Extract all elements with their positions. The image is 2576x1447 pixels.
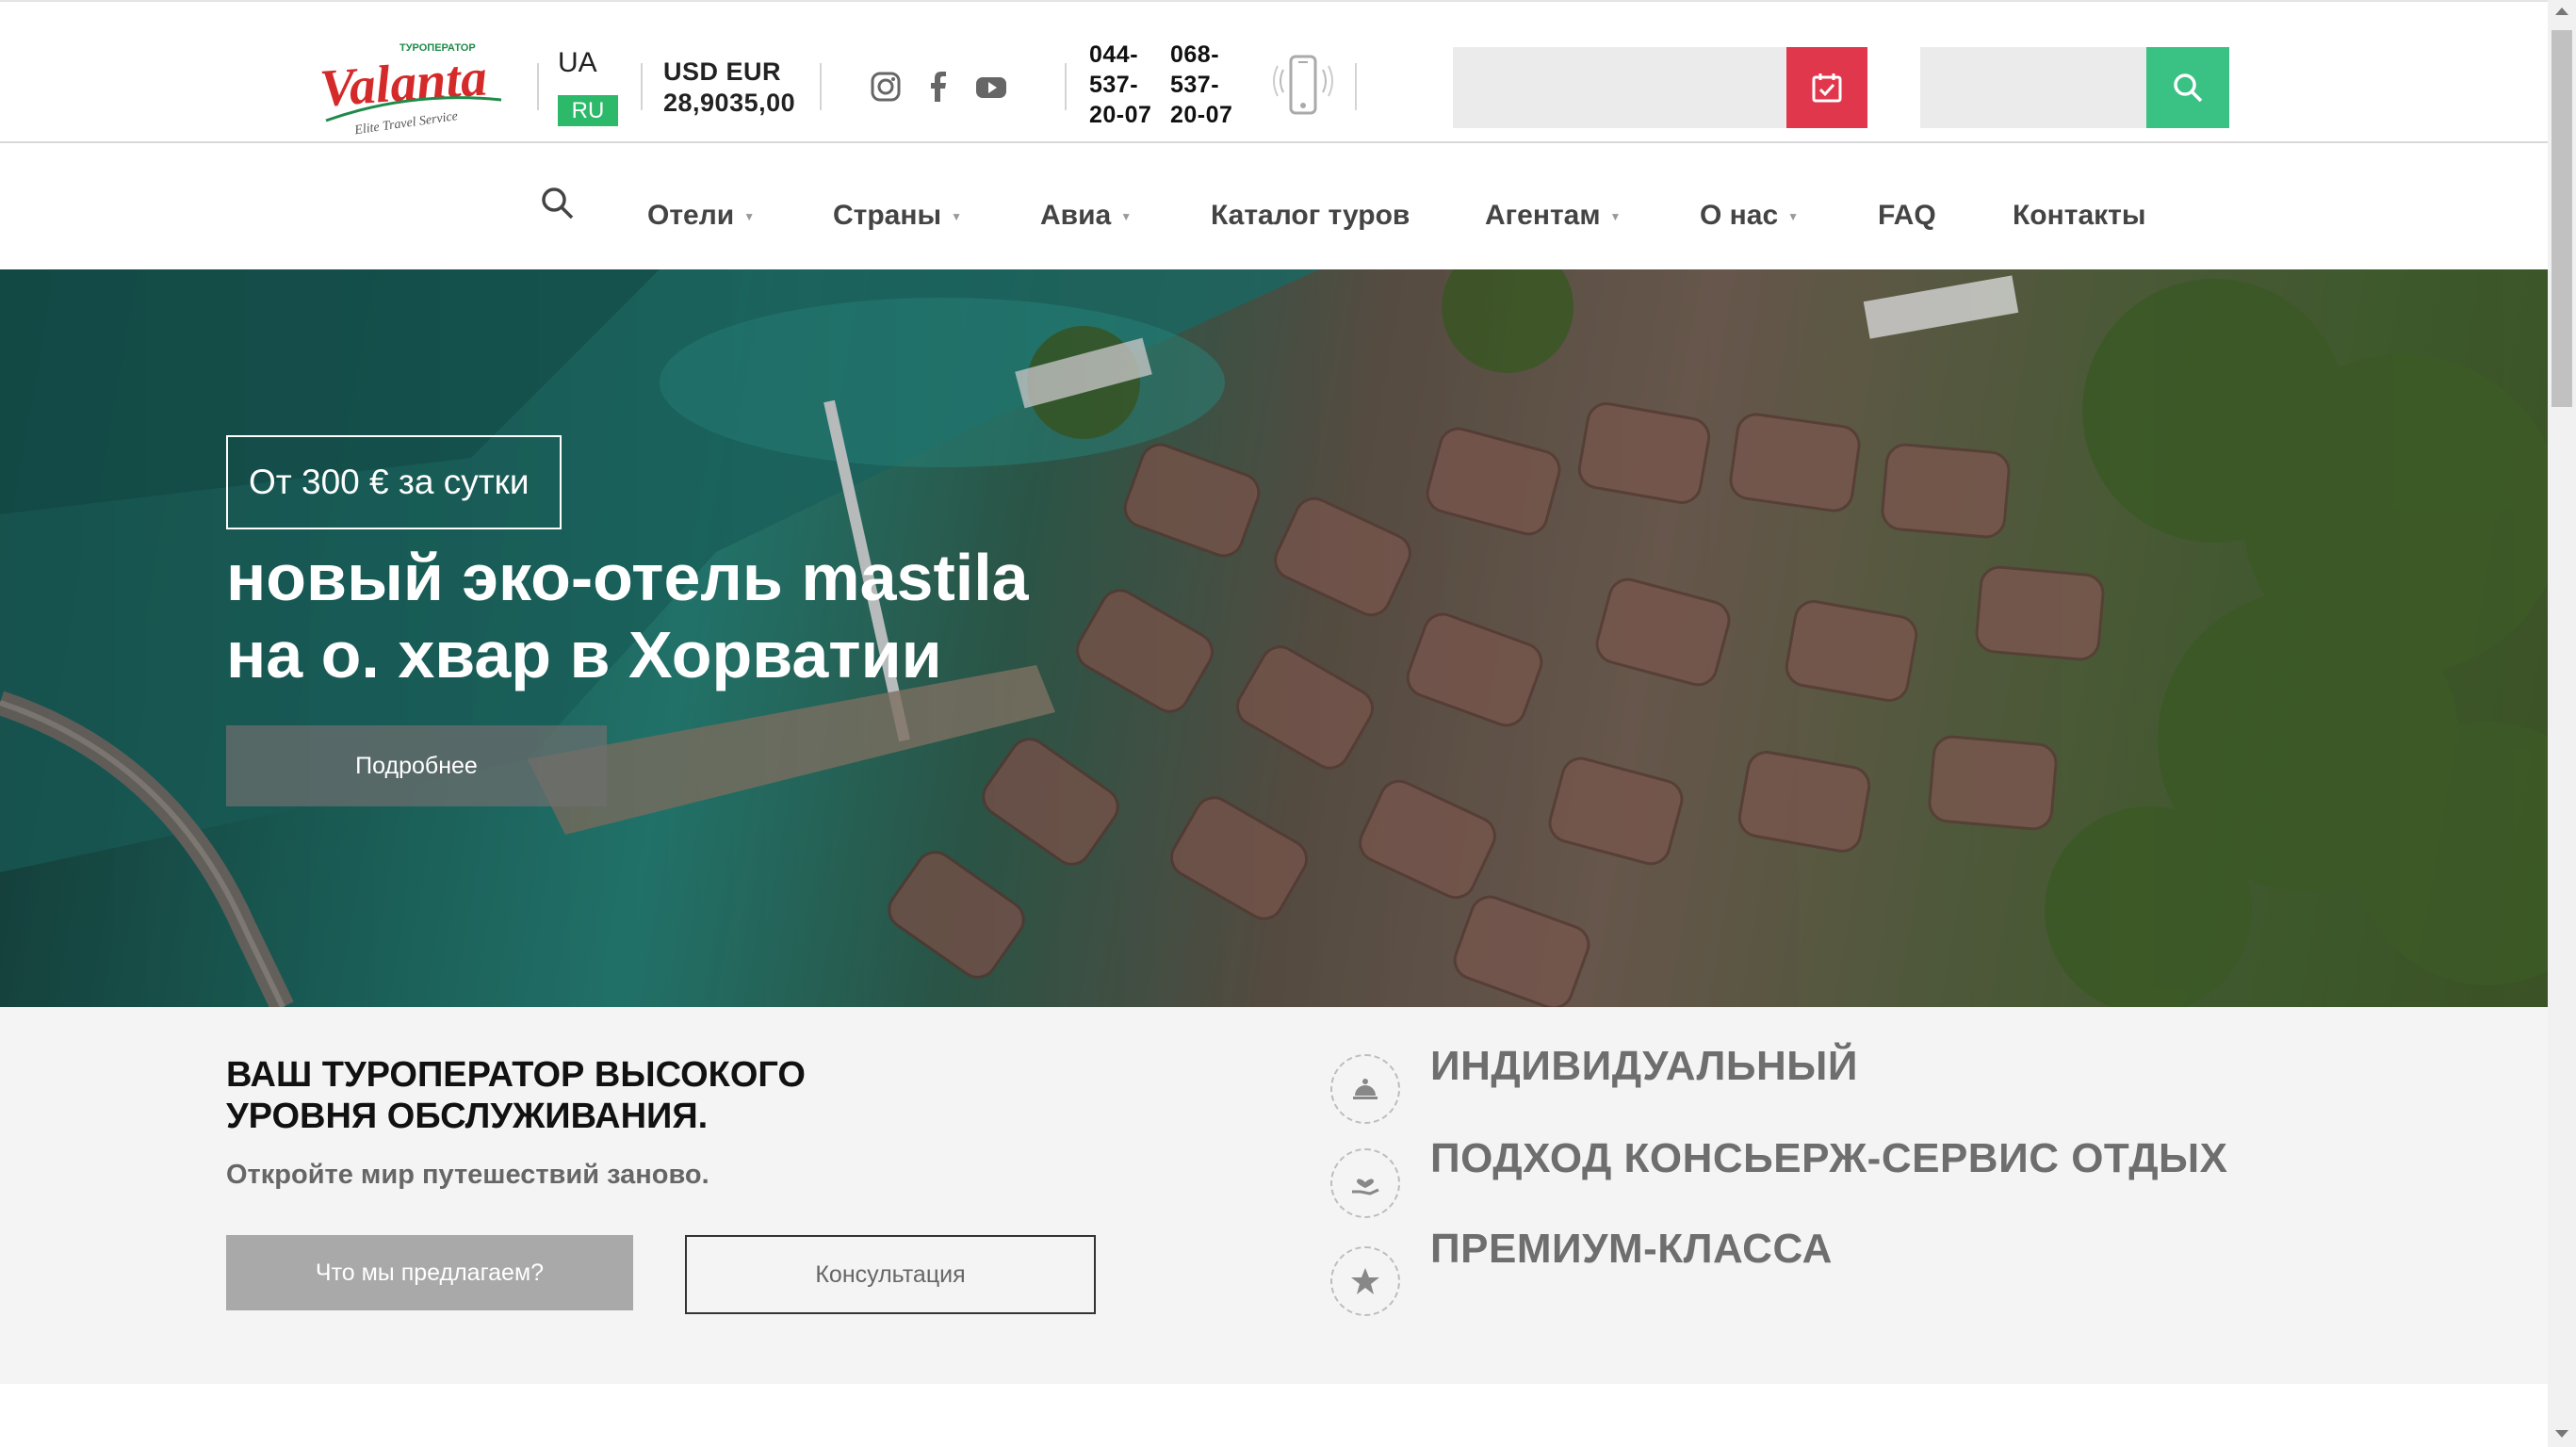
nav-item-faq[interactable]: FAQ (1878, 200, 1936, 232)
top-header: ТУРОПЕРАТОР Valanta Elite Travel Service… (0, 0, 2548, 143)
info-section: ВАШ ТУРОПЕРАТОР ВЫСОКОГО УРОВНЯ ОБСЛУЖИВ… (0, 1007, 2548, 1384)
calendar-button[interactable] (1786, 47, 1867, 128)
divider (1065, 63, 1067, 110)
divider (820, 63, 822, 110)
info-subtitle: Откройте мир путешествий заново. (226, 1160, 709, 1190)
nav-item-label: Агентам (1485, 200, 1601, 231)
divider (1355, 63, 1357, 110)
feature-text: ПРЕМИУМ-КЛАССА (1430, 1226, 1833, 1272)
nav-item-label: FAQ (1878, 200, 1936, 231)
consultation-button[interactable]: Консультация (685, 1235, 1096, 1314)
instagram-icon[interactable] (869, 70, 903, 104)
nav-item-label: Контакты (2013, 200, 2146, 231)
currency-rates: USD EUR 28,9035,00 (663, 57, 795, 119)
what-we-offer-button[interactable]: Что мы предлагаем? (226, 1235, 633, 1310)
lang-ua-link[interactable]: UA (558, 47, 597, 79)
caret-down-icon: ▼ (1787, 210, 1800, 224)
nav-search-icon[interactable] (539, 185, 577, 222)
nav-item-avia[interactable]: Авиа ▼ (1040, 200, 1132, 232)
divider (537, 63, 539, 110)
nav-item-about[interactable]: О нас ▼ (1700, 200, 1799, 232)
hero-title-line: новый эко-отель mastila (226, 541, 1029, 614)
hero-title-line: на о. хвар в Хорватии (226, 618, 942, 691)
hero-title: новый эко-отель mastila на о. хвар в Хор… (226, 539, 1168, 693)
mobile-phone-icon (1272, 53, 1334, 119)
feature-text: ПОДХОД КОНСЬЕРЖ-СЕРВИС ОТДЫХ (1430, 1135, 2228, 1181)
phone-number-2[interactable]: 068- 537- 20-07 (1170, 40, 1246, 130)
youtube-icon[interactable] (974, 70, 1008, 104)
hero-slider: От 300 € за сутки новый эко-отель mastil… (0, 269, 2548, 1007)
scroll-down-arrow-icon[interactable] (2555, 1430, 2568, 1438)
caret-down-icon: ▼ (1609, 210, 1622, 224)
site-search-input[interactable] (1920, 47, 2146, 128)
star-icon (1330, 1246, 1400, 1316)
nav-item-label: Отели (647, 200, 735, 231)
nav-item-label: Каталог туров (1211, 200, 1410, 231)
nav-item-agents[interactable]: Агентам ▼ (1485, 200, 1621, 232)
lang-ru-link-active[interactable]: RU (558, 95, 618, 126)
info-title: ВАШ ТУРОПЕРАТОР ВЫСОКОГО УРОВНЯ ОБСЛУЖИВ… (226, 1055, 806, 1136)
caret-down-icon: ▼ (743, 210, 756, 224)
nav-item-tour-catalog[interactable]: Каталог туров (1211, 200, 1410, 232)
nav-item-label: Страны (833, 200, 942, 231)
hand-heart-icon (1330, 1148, 1400, 1218)
concierge-icon (1330, 1054, 1400, 1124)
nav-item-hotels[interactable]: Отели ▼ (647, 200, 755, 232)
main-nav: Отели ▼ Страны ▼ Авиа ▼ Каталог туров Агент… (0, 145, 2548, 269)
currency-value: 28,9035,00 (663, 89, 796, 117)
feature-text: ИНДИВИДУАЛЬНЫЙ (1430, 1043, 1859, 1089)
scrollbar-thumb[interactable] (2552, 30, 2572, 407)
caret-down-icon: ▼ (951, 210, 962, 224)
currency-label: USD EUR (663, 57, 782, 86)
caret-down-icon: ▼ (1120, 210, 1133, 224)
scroll-up-arrow-icon[interactable] (2555, 8, 2568, 15)
nav-item-countries[interactable]: Страны ▼ (833, 200, 962, 232)
search-icon (2174, 73, 2203, 103)
tour-search-input[interactable] (1453, 47, 1786, 128)
hero-price-badge: От 300 € за сутки (226, 435, 562, 529)
divider (641, 63, 643, 110)
nav-item-label: Авиа (1040, 200, 1112, 231)
nav-item-contacts[interactable]: Контакты (2013, 200, 2145, 232)
calendar-check-icon (1812, 73, 1842, 103)
phone-number-1[interactable]: 044- 537- 20-07 (1089, 40, 1165, 130)
valanta-logo[interactable]: ТУРОПЕРАТОР Valanta Elite Travel Service (317, 34, 511, 138)
hero-more-button[interactable]: Подробнее (226, 725, 607, 806)
search-button[interactable] (2146, 47, 2229, 128)
svg-text:Valanta: Valanta (318, 48, 489, 118)
nav-item-label: О нас (1700, 200, 1779, 231)
facebook-icon[interactable] (921, 70, 955, 104)
